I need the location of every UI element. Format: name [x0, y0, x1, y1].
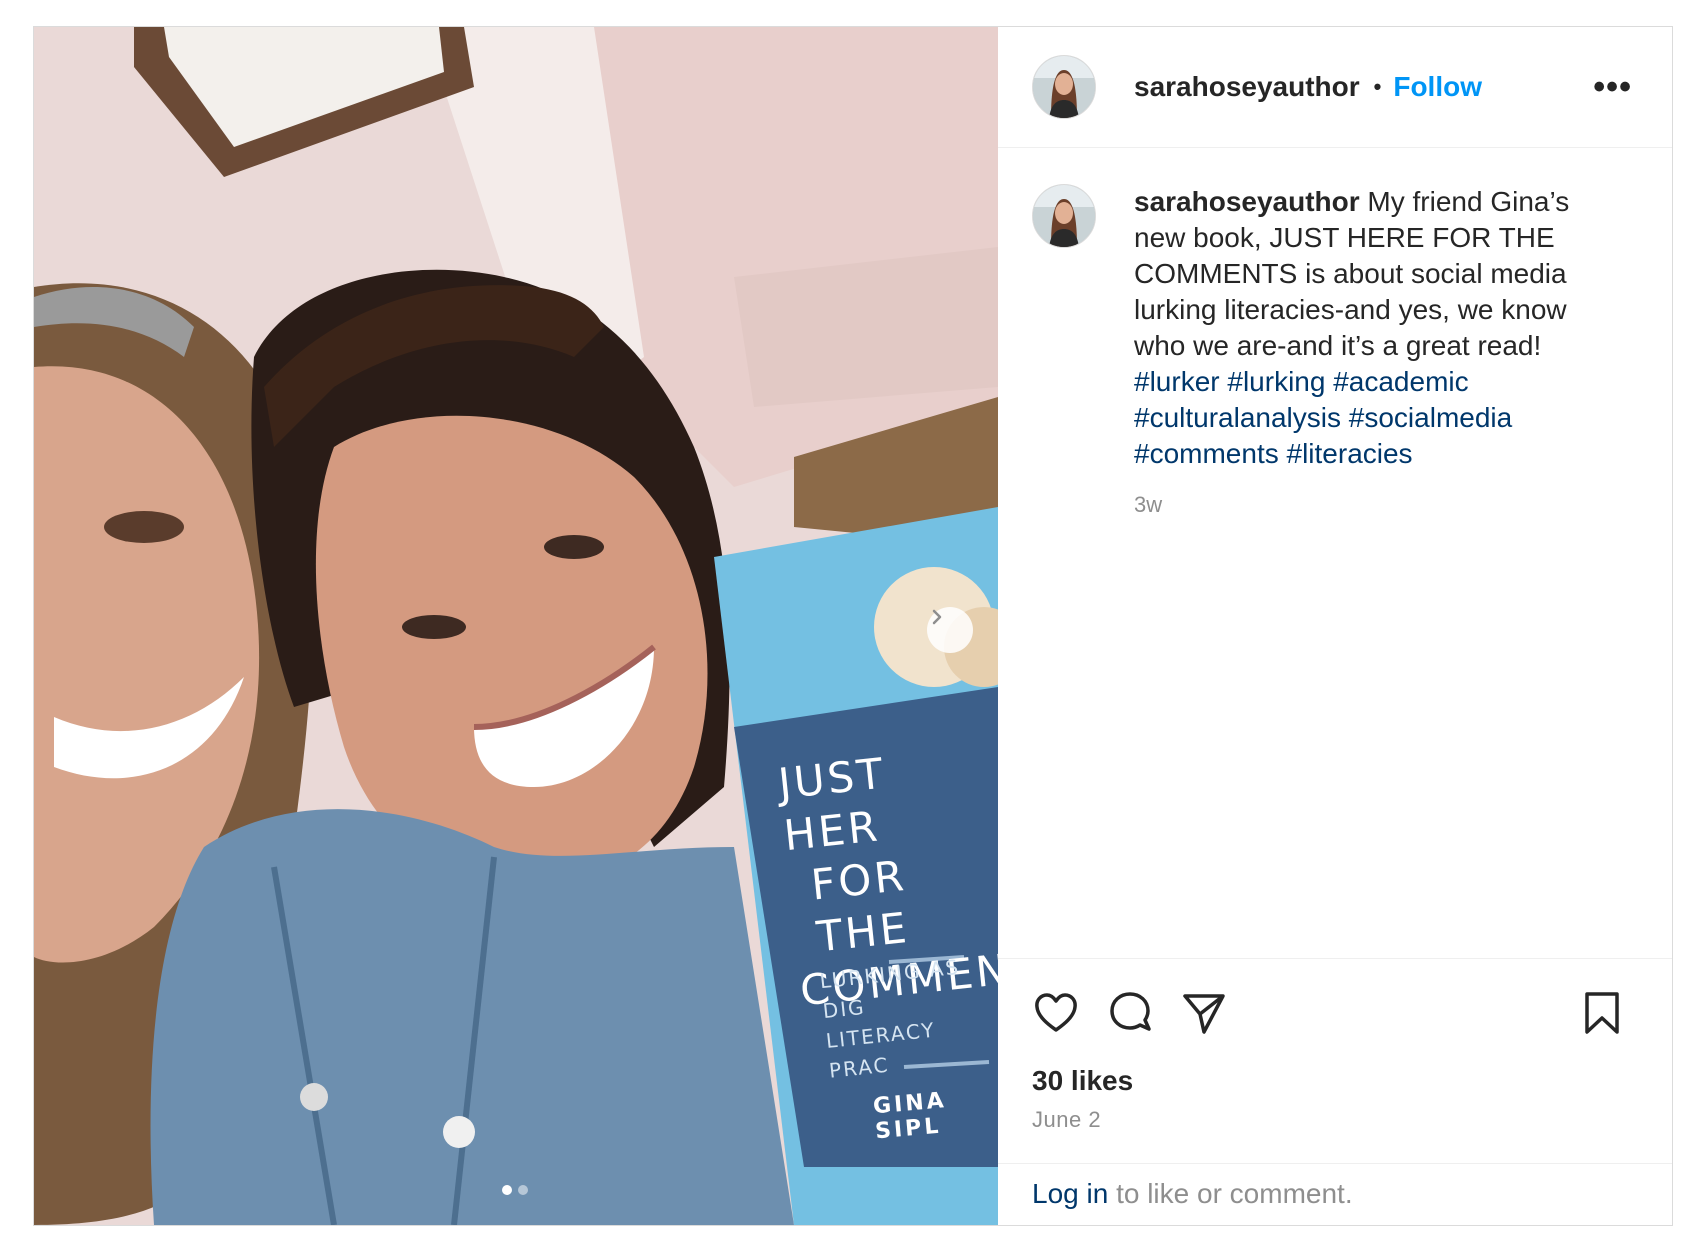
likes-count[interactable]: 30 likes: [1032, 1065, 1638, 1097]
login-link[interactable]: Log in: [1032, 1178, 1108, 1209]
share-icon: [1183, 994, 1225, 1034]
heart-icon: [1035, 993, 1077, 1032]
caption-body: sarahoseyauthor My friend Gina’s new boo…: [1134, 184, 1594, 958]
hashtag-link[interactable]: #socialmedia: [1349, 402, 1512, 433]
carousel-next-button[interactable]: [927, 607, 973, 653]
avatar-image: [1033, 56, 1095, 118]
actions-section: 30 likes June 2: [998, 958, 1672, 1163]
comment-button[interactable]: [1106, 989, 1154, 1037]
chevron-right-icon: [932, 609, 942, 625]
caption-hashtags: #lurker #lurking #academic #culturalanal…: [1134, 366, 1512, 469]
share-button[interactable]: [1180, 989, 1228, 1037]
save-button[interactable]: [1578, 989, 1626, 1037]
login-prompt-text: to like or comment.: [1108, 1178, 1353, 1209]
header-username[interactable]: sarahoseyauthor: [1134, 71, 1360, 103]
hashtag-link[interactable]: #lurking: [1227, 366, 1325, 397]
caption-username[interactable]: sarahoseyauthor: [1134, 186, 1360, 217]
hashtag-link[interactable]: #culturalanalysis: [1134, 402, 1341, 433]
avatar-image: [1033, 185, 1095, 247]
post-card: JUST HER FOR THE COMMEN LURKING AS DIG L…: [33, 26, 1673, 1226]
login-prompt: Log in to like or comment.: [998, 1163, 1672, 1225]
hashtag-link[interactable]: #lurker: [1134, 366, 1220, 397]
action-icons-row: [1032, 987, 1638, 1039]
carousel-dot-active: [502, 1185, 512, 1195]
avatar[interactable]: [1032, 55, 1096, 119]
book-title-line: FOR THE: [808, 850, 912, 962]
bookmark-icon: [1585, 992, 1619, 1034]
header-separator: •: [1373, 74, 1382, 99]
comment-icon: [1110, 992, 1151, 1031]
book-subtitle: LURKING AS DIG LITERACY PRAC: [818, 948, 998, 1086]
carousel-dot: [518, 1185, 528, 1195]
post-photo[interactable]: JUST HER FOR THE COMMEN LURKING AS DIG L…: [34, 27, 998, 1225]
caption-section: sarahoseyauthor My friend Gina’s new boo…: [998, 148, 1672, 958]
caption-text: sarahoseyauthor My friend Gina’s new boo…: [1134, 184, 1594, 472]
hashtag-link[interactable]: #comments: [1134, 438, 1279, 469]
more-options-icon[interactable]: •••: [1593, 70, 1632, 104]
like-button[interactable]: [1032, 989, 1080, 1037]
hashtag-link[interactable]: #literacies: [1287, 438, 1413, 469]
hashtag-link[interactable]: #academic: [1333, 366, 1468, 397]
follow-button[interactable]: Follow: [1393, 71, 1482, 103]
post-header: sarahoseyauthor • Follow •••: [998, 27, 1672, 148]
post-sidebar: sarahoseyauthor • Follow ••• sarahoseyau…: [998, 27, 1672, 1225]
caption-age[interactable]: 3w: [1134, 492, 1594, 518]
book-author: GINA SIPL: [872, 1088, 948, 1145]
carousel-indicator: [502, 1185, 528, 1195]
post-date[interactable]: June 2: [1032, 1107, 1638, 1133]
caption-avatar[interactable]: [1032, 184, 1096, 248]
